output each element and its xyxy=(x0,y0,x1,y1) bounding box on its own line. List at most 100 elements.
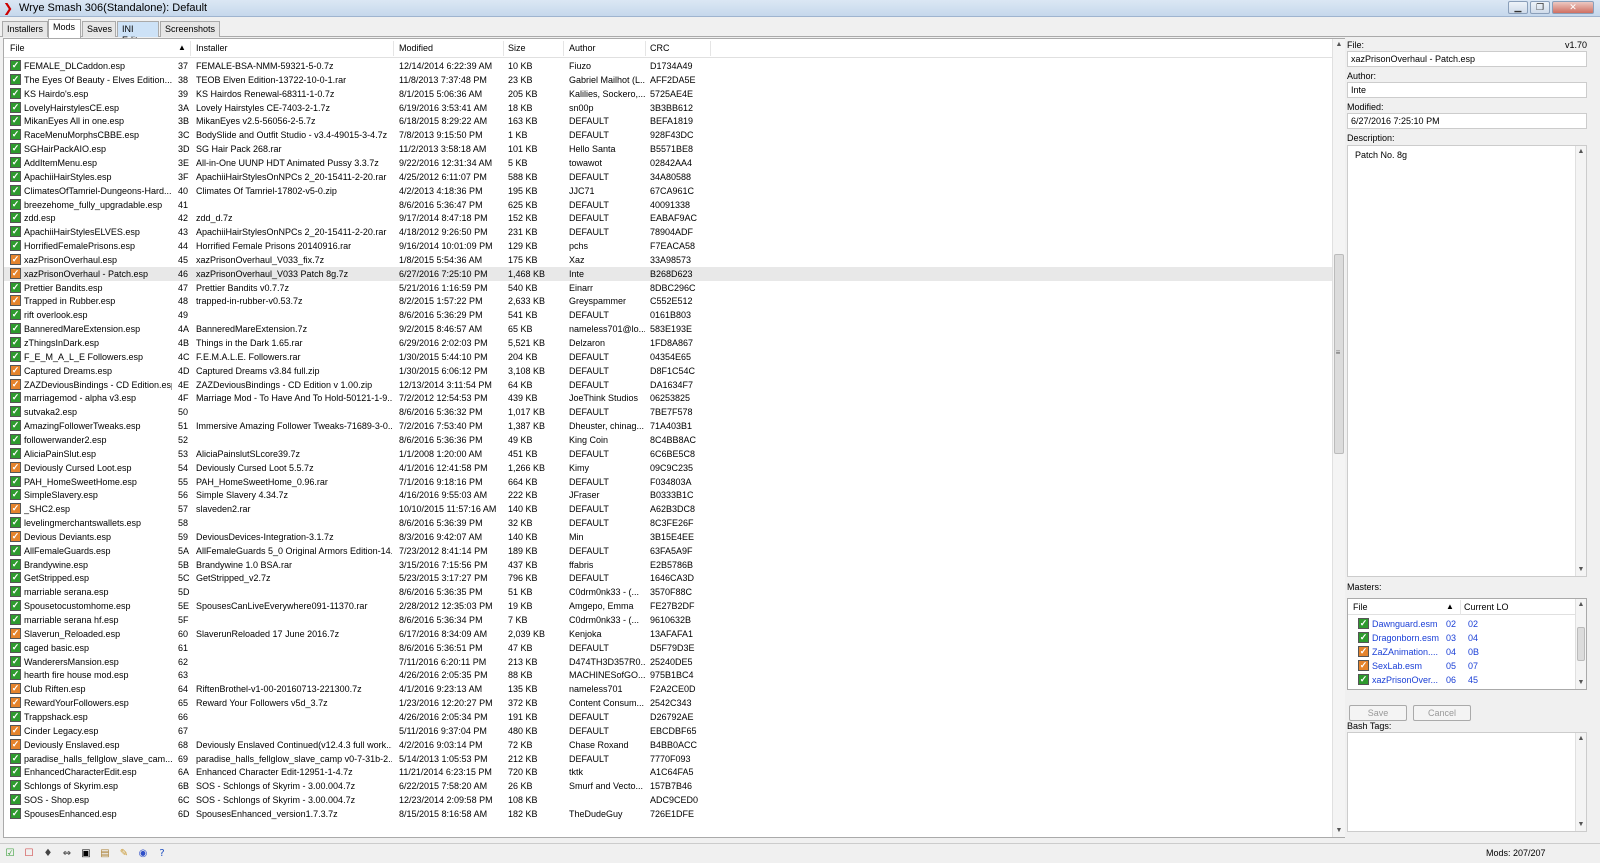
column-header-author[interactable]: Author xyxy=(569,43,596,54)
mod-checkbox[interactable]: ✓ xyxy=(10,794,21,806)
mod-checkbox[interactable]: ✓ xyxy=(10,253,21,265)
mod-checkbox[interactable]: ✓ xyxy=(10,170,21,182)
scroll-up-arrow-icon[interactable]: ▲ xyxy=(1576,146,1586,158)
table-row[interactable]: ✓ AllFemaleGuards.esp 5A AllFemaleGuards 5_… xyxy=(4,544,1332,558)
column-divider[interactable] xyxy=(503,41,504,56)
mod-checkbox[interactable]: ✓ xyxy=(10,752,21,764)
bulb-icon[interactable]: ♦ xyxy=(41,847,55,861)
edit-icon[interactable]: ✎ xyxy=(117,847,131,861)
table-row[interactable]: ✓ AliciaPainSlut.esp 53 AliciaPainslutSLcor… xyxy=(4,447,1332,461)
table-row[interactable]: ✓ hearth fire house mod.esp 63 4/26/2016 2:… xyxy=(4,668,1332,682)
arrows-icon[interactable]: ⇔ xyxy=(60,847,74,861)
table-row[interactable]: ✓ paradise_halls_fellglow_slave_cam... 69 p… xyxy=(4,752,1332,766)
scrollbar-thumb[interactable] xyxy=(1577,627,1585,661)
mod-checkbox[interactable]: ✓ xyxy=(10,364,21,376)
mod-checkbox[interactable]: ✓ xyxy=(10,655,21,667)
mod-checkbox[interactable]: ✓ xyxy=(10,447,21,459)
mod-checkbox[interactable]: ✓ xyxy=(10,323,21,335)
table-row[interactable]: ✓ Club Riften.esp 64 RiftenBrothel-v1-00-20… xyxy=(4,682,1332,696)
mod-checkbox[interactable]: ✓ xyxy=(10,530,21,542)
table-row[interactable]: ✓ sutvaka2.esp 50 8/6/2016 5:36:32 PM 1,017 … xyxy=(4,405,1332,419)
mod-checkbox[interactable]: ✓ xyxy=(10,558,21,570)
tab-screenshots[interactable]: Screenshots xyxy=(160,21,220,37)
mod-checkbox[interactable]: ✓ xyxy=(10,724,21,736)
tab-mods[interactable]: Mods xyxy=(48,19,81,38)
scroll-up-arrow-icon[interactable]: ▲ xyxy=(1333,39,1345,51)
column-divider[interactable] xyxy=(645,41,646,56)
column-divider[interactable] xyxy=(710,41,711,56)
table-row[interactable]: ✓ ClimatesOfTamriel-Dungeons-Hard... 40 Cli… xyxy=(4,184,1332,198)
master-row[interactable]: ✓ Dawnguard.esm 02 02 xyxy=(1348,617,1576,631)
column-divider[interactable] xyxy=(563,41,564,56)
bash-tags-scrollbar[interactable]: ▲ ▼ xyxy=(1575,733,1586,831)
mod-checkbox[interactable]: ✓ xyxy=(10,226,21,238)
table-row[interactable]: ✓ Trapped in Rubber.esp 48 trapped-in-rubbe… xyxy=(4,294,1332,308)
table-row[interactable]: ✓ WanderersMansion.esp 62 7/11/2016 6:20:11… xyxy=(4,655,1332,669)
mod-checkbox[interactable]: ✓ xyxy=(10,156,21,168)
mod-checkbox[interactable]: ✓ xyxy=(10,406,21,418)
table-row[interactable]: ✓ rift overlook.esp 49 8/6/2016 5:36:29 PM 5… xyxy=(4,308,1332,322)
terminal-icon[interactable]: ▣ xyxy=(79,847,93,861)
column-divider[interactable] xyxy=(393,41,394,56)
mod-checkbox[interactable]: ✓ xyxy=(10,627,21,639)
mod-checkbox[interactable]: ✓ xyxy=(10,115,21,127)
scroll-down-arrow-icon[interactable]: ▼ xyxy=(1576,819,1586,831)
scroll-down-arrow-icon[interactable]: ▼ xyxy=(1576,677,1586,689)
table-row[interactable]: ✓ HorrifiedFemalePrisons.esp 44 Horrified F… xyxy=(4,239,1332,253)
table-row[interactable]: ✓ Prettier Bandits.esp 47 Prettier Bandits … xyxy=(4,281,1332,295)
mod-checkbox[interactable]: ✓ xyxy=(10,572,21,584)
table-row[interactable]: ✓ Cinder Legacy.esp 67 5/11/2016 9:37:04 PM… xyxy=(4,724,1332,738)
table-row[interactable]: ✓ marriable serana.esp 5D 8/6/2016 5:36:35 … xyxy=(4,585,1332,599)
table-row[interactable]: ✓ MikanEyes All in one.esp 3B MikanEyes v2.… xyxy=(4,114,1332,128)
mod-checkbox[interactable]: ✓ xyxy=(10,240,21,252)
table-row[interactable]: ✓ _SHC2.esp 57 slaveden2.rar 10/10/2015 11:5… xyxy=(4,502,1332,516)
table-row[interactable]: ✓ RewardYourFollowers.esp 65 Reward Your Fo… xyxy=(4,696,1332,710)
mod-checkbox[interactable]: ✓ xyxy=(10,641,21,653)
table-row[interactable]: ✓ F_E_M_A_L_E Followers.esp 4C F.E.M.A.L.E.… xyxy=(4,350,1332,364)
table-row[interactable]: ✓ Captured Dreams.esp 4D Captured Dreams v3… xyxy=(4,364,1332,378)
mod-checkbox[interactable]: ✓ xyxy=(10,198,21,210)
mod-checkbox[interactable]: ✓ xyxy=(10,461,21,473)
mod-checkbox[interactable]: ✓ xyxy=(10,60,21,71)
bash-tags-field[interactable]: ▲ ▼ xyxy=(1347,732,1587,832)
mod-checkbox[interactable]: ✓ xyxy=(10,350,21,362)
table-row[interactable]: ✓ marriable serana hf.esp 5F 8/6/2016 5:36:… xyxy=(4,613,1332,627)
table-row[interactable]: ✓ Slaverun_Reloaded.esp 60 SlaverunReloaded… xyxy=(4,627,1332,641)
minimize-button[interactable]: ▁ xyxy=(1508,1,1528,14)
mod-checkbox[interactable]: ✓ xyxy=(10,309,21,321)
mod-checkbox[interactable]: ✓ xyxy=(10,614,21,625)
checkbox-check-icon[interactable]: ☑ xyxy=(3,847,17,861)
column-header-size[interactable]: Size xyxy=(508,43,526,54)
column-divider[interactable] xyxy=(1460,600,1461,615)
master-checkbox[interactable]: ✓ xyxy=(1358,674,1369,685)
table-row[interactable]: ✓ Devious Deviants.esp 59 DeviousDevices-In… xyxy=(4,530,1332,544)
mod-checkbox[interactable]: ✓ xyxy=(10,378,21,390)
mod-checkbox[interactable]: ✓ xyxy=(10,420,21,432)
mod-checkbox[interactable]: ✓ xyxy=(10,738,21,750)
tab-ini-edits[interactable]: INI Edits xyxy=(117,21,159,45)
master-row[interactable]: ✓ xazPrisonOver... 06 45 xyxy=(1348,673,1576,687)
tab-saves[interactable]: Saves xyxy=(82,21,116,37)
column-header-installer[interactable]: Installer xyxy=(196,43,228,54)
table-row[interactable]: ✓ FEMALE_DLCaddon.esp 37 FEMALE-BSA-NMM-593… xyxy=(4,59,1332,73)
column-header-modified[interactable]: Modified xyxy=(399,43,433,54)
tab-installers[interactable]: Installers xyxy=(2,21,48,37)
table-row[interactable]: ✓ LovelyHairstylesCE.esp 3A Lovely Hairstyl… xyxy=(4,101,1332,115)
table-row[interactable]: ✓ SOS - Shop.esp 6C SOS - Schlongs of Skyri… xyxy=(4,793,1332,807)
table-row[interactable]: ✓ KS Hairdo's.esp 39 KS Hairdos Renewal-683… xyxy=(4,87,1332,101)
table-row[interactable]: ✓ xazPrisonOverhaul - Patch.esp 46 xazPriso… xyxy=(4,266,1332,281)
column-divider[interactable] xyxy=(190,41,191,56)
mod-checkbox[interactable]: ✓ xyxy=(10,337,21,348)
author-field[interactable]: Inte xyxy=(1347,82,1587,98)
mod-checkbox[interactable]: ✓ xyxy=(10,489,21,501)
table-row[interactable]: ✓ SimpleSlavery.esp 56 Simple Slavery 4.34.… xyxy=(4,488,1332,502)
table-row[interactable]: ✓ levelingmerchantswallets.esp 58 8/6/2016 … xyxy=(4,516,1332,530)
modified-field[interactable]: 6/27/2016 7:25:10 PM xyxy=(1347,113,1587,129)
masters-scrollbar[interactable]: ▲ ▼ xyxy=(1575,599,1586,689)
mod-checkbox[interactable]: ✓ xyxy=(10,586,21,598)
mod-checkbox[interactable]: ✓ xyxy=(10,710,21,722)
table-row[interactable]: ✓ Trappshack.esp 66 4/26/2016 2:05:34 PM 191… xyxy=(4,710,1332,724)
table-row[interactable]: ✓ caged basic.esp 61 8/6/2016 5:36:51 PM 47 … xyxy=(4,641,1332,655)
mod-checkbox[interactable]: ✓ xyxy=(10,517,21,529)
mod-checkbox[interactable]: ✓ xyxy=(10,780,21,792)
